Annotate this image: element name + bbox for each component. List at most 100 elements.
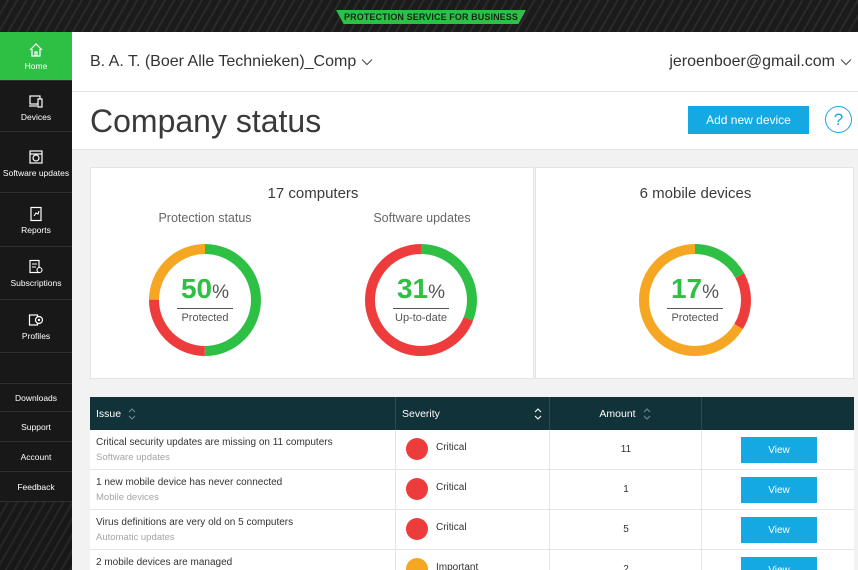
sidebar-item-devices[interactable]: Devices [0, 83, 72, 132]
computers-panel: 17 computers Protection status Software … [90, 167, 534, 379]
amount-cell: 2 [550, 550, 702, 570]
mobile-title: 6 mobile devices [639, 185, 752, 202]
devices-icon [29, 94, 43, 108]
mobile-protection-value: 17% Protected [637, 274, 753, 324]
page-title: Company status [90, 103, 322, 139]
table-header: Issue Severity Amount [90, 397, 854, 430]
protection-status-title: Protection status [158, 211, 252, 225]
view-button[interactable]: View [741, 517, 817, 543]
issue-cell: Virus definitions are very old on 5 comp… [90, 510, 396, 550]
sidebar-link-account[interactable]: Account [0, 443, 72, 472]
severity-label: Critical [436, 482, 467, 493]
amount-value: 2 [623, 564, 629, 570]
action-cell: View [702, 510, 854, 550]
column-header-label: Amount [599, 407, 636, 420]
subscriptions-icon [29, 259, 43, 274]
mobile-panel: 6 mobile devices 17% Protected [535, 167, 854, 379]
issue-text: 1 new mobile device has never connected [96, 477, 283, 488]
company-selector[interactable]: B. A. T. (Boer Alle Technieken)_Comp [90, 53, 373, 71]
updates-percent: 31 [396, 273, 429, 304]
protection-percent: 50 [180, 273, 213, 304]
table-row: Critical security updates are missing on… [90, 430, 854, 470]
company-name: B. A. T. (Boer Alle Technieken)_Comp [90, 53, 357, 70]
issue-text: Virus definitions are very old on 5 comp… [96, 517, 294, 528]
sidebar-item-label: Software updates [2, 168, 70, 178]
sidebar-item-label: Devices [20, 111, 52, 122]
column-header-label: Severity [402, 407, 440, 420]
product-banner: PROTECTION SERVICE FOR BUSINESS [336, 10, 526, 24]
software-updates-icon [29, 150, 43, 164]
important-severity-icon [406, 558, 428, 570]
table-row: Virus definitions are very old on 5 comp… [90, 510, 854, 550]
profiles-icon [28, 314, 44, 326]
sidebar-item-label: Home [24, 60, 48, 71]
severity-cell: Critical [396, 510, 550, 550]
add-new-device-button[interactable]: Add new device [688, 106, 809, 134]
amount-value: 1 [623, 484, 629, 495]
column-header-label: Issue [96, 407, 122, 420]
mobile-percent-sign: % [702, 282, 720, 303]
table-row: 2 mobile devices are managed Important 2… [90, 550, 854, 570]
sidebar-item-home[interactable]: Home [0, 32, 72, 81]
sidebar-link-downloads[interactable]: Downloads [0, 383, 72, 412]
severity-label: Important [436, 562, 479, 570]
table-row: 1 new mobile device has never connected … [90, 470, 854, 510]
chevron-down-icon [361, 59, 373, 66]
view-button[interactable]: View [741, 477, 817, 503]
issue-cell: Critical security updates are missing on… [90, 430, 396, 470]
amount-cell: 5 [550, 510, 702, 550]
severity-cell: Important [396, 550, 550, 570]
sidebar-item-label: Subscriptions [10, 278, 62, 288]
computers-title: 17 computers [267, 185, 359, 202]
protection-label: Protected [181, 312, 229, 324]
mobile-percent: 17 [670, 273, 703, 304]
protection-percent-sign: % [212, 282, 230, 303]
issue-category: Software updates [96, 452, 170, 463]
title-bar: Company status Add new device ? [72, 92, 858, 150]
sidebar-item-software-updates[interactable]: Software updates [0, 135, 72, 193]
chevron-down-icon [840, 59, 852, 66]
amount-value: 11 [620, 444, 632, 455]
product-banner-text: PROTECTION SERVICE FOR BUSINESS [344, 12, 518, 22]
updates-percent-sign: % [428, 282, 446, 303]
user-menu[interactable]: jeroenboer@gmail.com [669, 53, 852, 71]
amount-cell: 1 [550, 470, 702, 510]
action-cell: View [702, 550, 854, 570]
column-header-amount[interactable]: Amount [550, 397, 702, 430]
sidebar-link-support[interactable]: Support [0, 413, 72, 442]
view-button[interactable]: View [741, 557, 817, 570]
header: B. A. T. (Boer Alle Technieken)_Comp jer… [72, 32, 858, 92]
view-button[interactable]: View [741, 437, 817, 463]
user-email: jeroenboer@gmail.com [669, 53, 835, 70]
help-icon[interactable]: ? [825, 106, 852, 133]
issue-category: Mobile devices [96, 492, 159, 503]
column-header-issue[interactable]: Issue [90, 397, 396, 430]
critical-severity-icon [406, 478, 428, 500]
sidebar: Home Devices Software updates Reports Su… [0, 32, 72, 570]
protection-value: 50% Protected [147, 274, 263, 324]
action-cell: View [702, 430, 854, 470]
critical-severity-icon [406, 518, 428, 540]
issues-table: Issue Severity Amount Critical security … [90, 397, 854, 570]
issue-cell: 1 new mobile device has never connected … [90, 470, 396, 510]
sidebar-item-label: Reports [21, 225, 51, 235]
critical-severity-icon [406, 438, 428, 460]
sidebar-item-reports[interactable]: Reports [0, 195, 72, 247]
sidebar-item-profiles[interactable]: Profiles [0, 301, 72, 353]
issue-cell: 2 mobile devices are managed [90, 550, 396, 570]
sidebar-decoration [0, 502, 72, 570]
software-updates-value: 31% Up-to-date [363, 274, 479, 324]
sort-icon [643, 407, 650, 420]
home-icon [29, 42, 43, 57]
issue-category: Automatic updates [96, 532, 175, 543]
sidebar-item-subscriptions[interactable]: Subscriptions [0, 248, 72, 300]
issue-text: Critical security updates are missing on… [96, 437, 333, 448]
severity-cell: Critical [396, 430, 550, 470]
amount-value: 5 [623, 524, 629, 535]
sidebar-link-feedback[interactable]: Feedback [0, 473, 72, 502]
mobile-protection-label: Protected [671, 312, 719, 324]
severity-label: Critical [436, 442, 467, 453]
sidebar-item-label: Profiles [21, 331, 51, 341]
column-header-severity[interactable]: Severity [396, 397, 550, 430]
sort-icon [534, 407, 542, 420]
